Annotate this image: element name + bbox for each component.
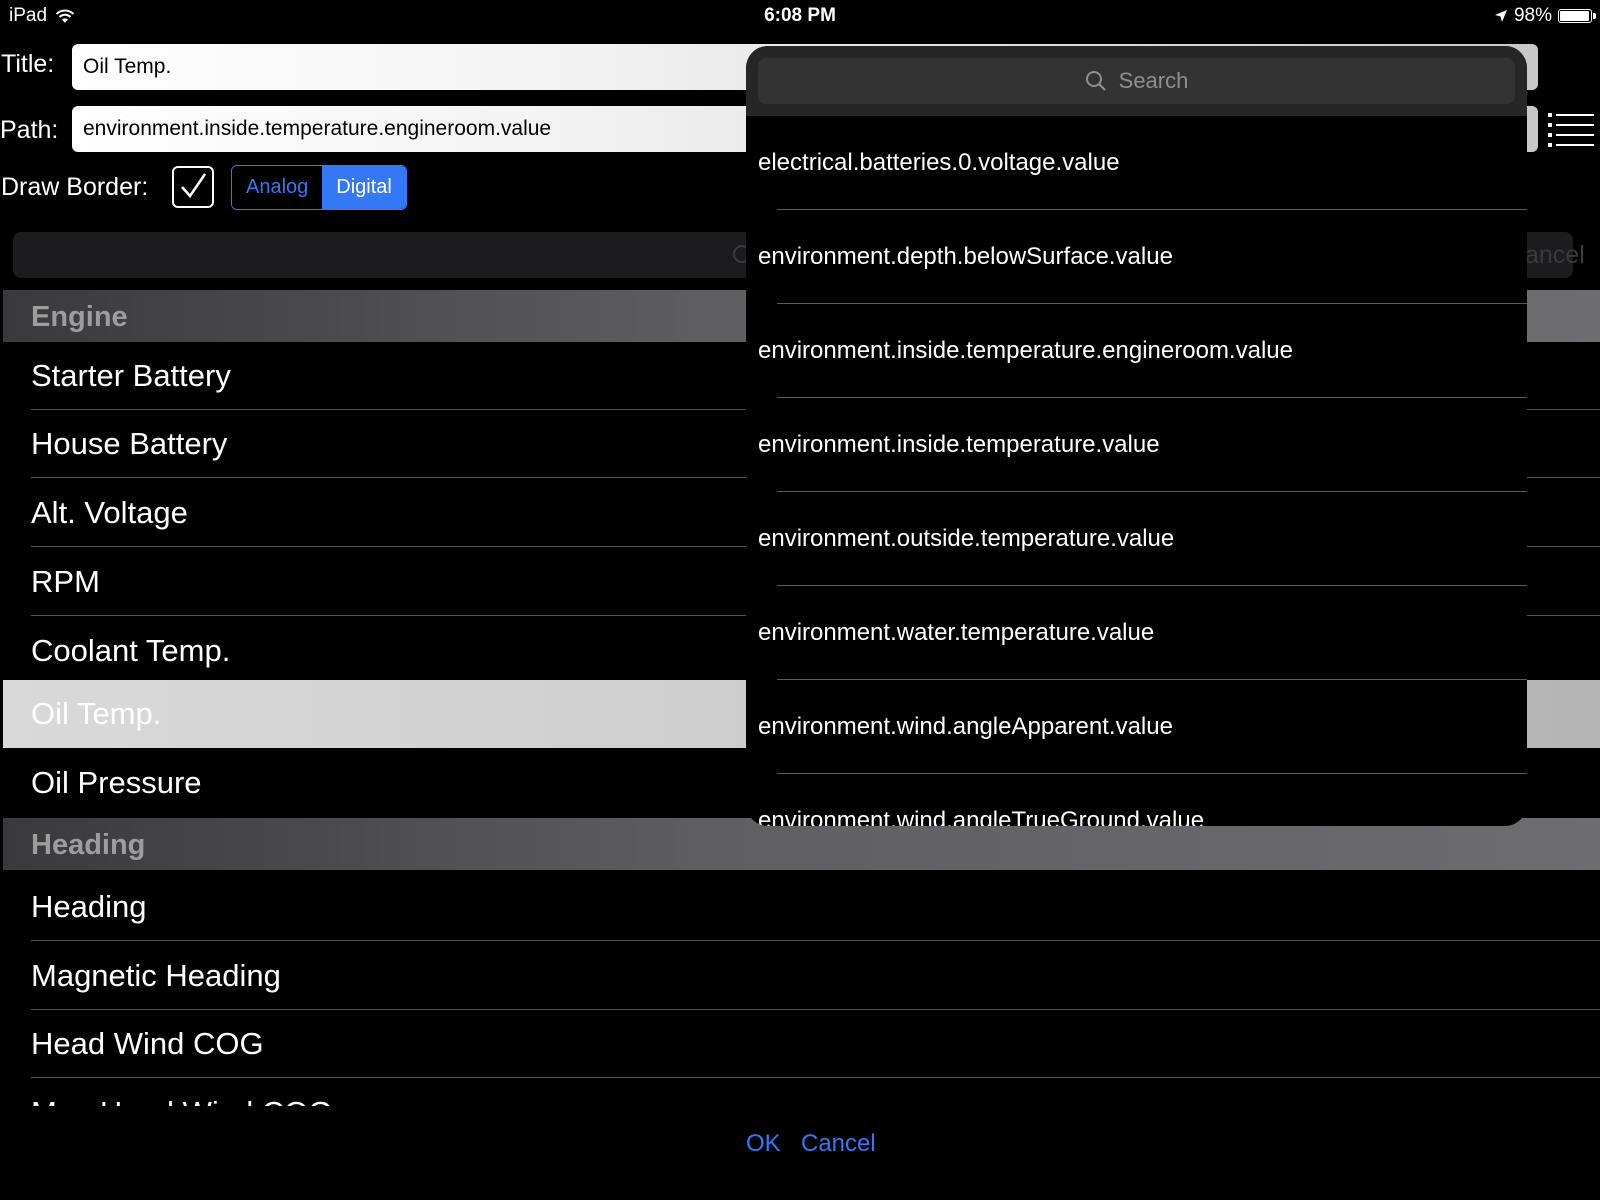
list-item[interactable]: Mag Head Wind COG <box>0 1079 1600 1106</box>
path-item[interactable]: environment.water.temperature.value <box>746 586 1527 680</box>
title-label: Title: <box>1 50 55 78</box>
popover-search-placeholder: Search <box>1118 68 1189 93</box>
status-bar: iPad 6:08 PM 98% <box>0 0 1600 32</box>
path-item-label: environment.wind.angleTrueGround.value <box>758 807 1205 826</box>
path-item-label: environment.outside.temperature.value <box>758 525 1175 552</box>
list-item-label: Mag Head Wind COG <box>31 1079 333 1106</box>
battery-icon <box>1558 9 1596 23</box>
list-item-label: Oil Pressure <box>31 765 202 800</box>
path-item[interactable]: environment.inside.temperature.engineroo… <box>746 304 1527 398</box>
list-item-label: Oil Temp. <box>31 696 162 731</box>
list-item-label: House Battery <box>31 426 228 461</box>
battery-percent: 98% <box>1513 5 1552 26</box>
segment-digital[interactable]: Digital <box>322 166 406 209</box>
list-item-label: RPM <box>31 564 100 599</box>
path-item[interactable]: environment.depth.belowSurface.value <box>746 210 1527 304</box>
draw-border-label: Draw Border: <box>1 173 149 201</box>
path-item-label: environment.wind.angleApparent.value <box>758 713 1173 740</box>
checkmark-icon <box>181 173 207 199</box>
list-item-label: Coolant Temp. <box>31 633 231 668</box>
segment-analog[interactable]: Analog <box>232 166 323 209</box>
path-item[interactable]: electrical.batteries.0.voltage.value <box>746 116 1527 210</box>
path-list: electrical.batteries.0.voltage.value env… <box>746 116 1527 826</box>
list-item-label: Magnetic Heading <box>31 958 281 993</box>
path-label: Path: <box>0 116 59 144</box>
path-item-label: electrical.batteries.0.voltage.value <box>758 149 1120 176</box>
list-search-cancel[interactable]: ancel <box>1525 241 1585 270</box>
path-item[interactable]: environment.wind.angleTrueGround.value <box>746 774 1527 826</box>
list-item-label: Heading <box>31 889 147 924</box>
path-item[interactable]: environment.inside.temperature.value <box>746 398 1527 492</box>
search-icon <box>1085 71 1106 91</box>
draw-border-checkbox[interactable] <box>172 166 214 208</box>
list-icon[interactable] <box>1547 110 1595 150</box>
path-item-label: environment.water.temperature.value <box>758 619 1155 646</box>
path-picker-popover: Search electrical.batteries.0.voltage.va… <box>746 46 1527 826</box>
path-item-label: environment.inside.temperature.engineroo… <box>758 337 1293 364</box>
path-item[interactable]: environment.wind.angleApparent.value <box>746 680 1527 774</box>
location-arrow-icon <box>1494 10 1507 22</box>
list-item-label: Alt. Voltage <box>31 495 188 530</box>
path-item-label: environment.inside.temperature.value <box>758 431 1160 458</box>
popover-header: Search <box>746 46 1527 116</box>
cancel-button[interactable]: Cancel <box>801 1130 876 1158</box>
row-divider <box>31 1077 1600 1078</box>
row-divider <box>31 940 1600 941</box>
path-item-label: environment.depth.belowSurface.value <box>758 243 1173 270</box>
status-time: 6:08 PM <box>764 5 836 26</box>
status-right: 98% <box>1494 5 1596 27</box>
gauge-style-segmented-control[interactable]: Analog Digital <box>231 165 407 210</box>
ok-button[interactable]: OK <box>746 1130 781 1158</box>
popover-search-input[interactable]: Search <box>758 58 1515 104</box>
list-item[interactable]: Heading <box>0 873 1600 941</box>
path-item[interactable]: environment.outside.temperature.value <box>746 492 1527 586</box>
list-item[interactable]: Magnetic Heading <box>0 942 1600 1010</box>
list-item[interactable]: Head Wind COG <box>0 1010 1600 1078</box>
list-item-label: Head Wind COG <box>31 1026 264 1061</box>
list-item-label: Starter Battery <box>31 358 231 393</box>
